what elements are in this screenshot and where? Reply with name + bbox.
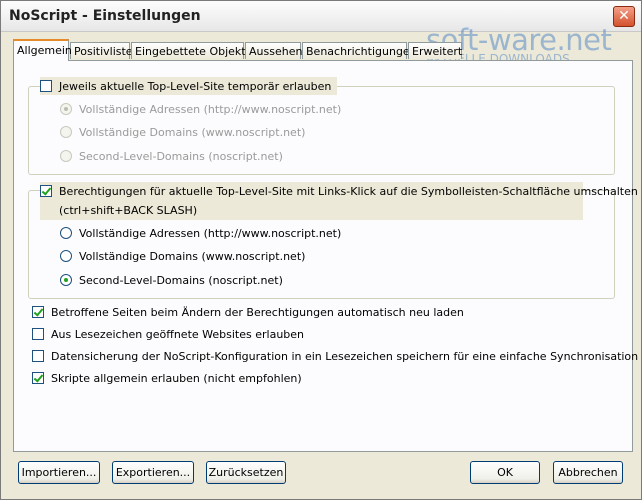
allow-scripts-globally-checkbox[interactable] — [32, 372, 44, 384]
sync-backup-checkbox[interactable] — [32, 350, 44, 362]
ok-button[interactable]: OK — [470, 461, 540, 484]
tab-panel-allgemein: Jeweils aktuelle Top-Level-Site temporär… — [13, 60, 638, 452]
bookmarks-allow-label: Aus Lesezeichen geöffnete Websites erlau… — [51, 327, 305, 341]
title-bar: NoScript - Einstellungen ✕ — [1, 1, 641, 32]
g2-radio-full-address-button[interactable] — [60, 227, 72, 239]
temp-allow-label: Jeweils aktuelle Top-Level-Site temporär… — [59, 79, 332, 93]
g1-radio-second-level-button[interactable] — [60, 150, 72, 162]
import-button[interactable]: Importieren... — [18, 461, 100, 484]
g2-radio-second-level-label: Second-Level-Domains (noscript.net) — [79, 273, 283, 287]
close-icon: ✕ — [618, 8, 630, 24]
auto-reload-checkbox[interactable] — [32, 306, 44, 318]
close-button[interactable]: ✕ — [613, 6, 635, 27]
g1-radio-full-domain-button[interactable] — [60, 126, 72, 138]
g1-radio-second-level-label: Second-Level-Domains (noscript.net) — [79, 149, 283, 163]
bookmarks-allow-checkbox[interactable] — [32, 328, 44, 340]
g1-radio-second-level[interactable]: Second-Level-Domains (noscript.net) — [60, 147, 283, 165]
g2-radio-full-domain-label: Vollständige Domains (www.noscript.net) — [79, 249, 306, 263]
option-sync-backup[interactable]: Datensicherung der NoScript-Konfiguratio… — [32, 347, 638, 365]
g2-radio-full-address-label: Vollständige Adressen (http://www.noscri… — [79, 226, 342, 240]
g2-radio-second-level[interactable]: Second-Level-Domains (noscript.net) — [60, 271, 283, 289]
settings-window: NoScript - Einstellungen ✕ soft-ware.net… — [0, 0, 642, 500]
export-button[interactable]: Exportieren... — [112, 461, 194, 484]
option-bookmarks-allow[interactable]: Aus Lesezeichen geöffnete Websites erlau… — [32, 325, 304, 343]
temp-allow-checkbox-row[interactable]: Jeweils aktuelle Top-Level-Site temporär… — [40, 77, 338, 95]
reset-button[interactable]: Zurücksetzen — [206, 461, 286, 484]
allow-scripts-globally-label: Skripte allgemein erlauben (nicht empfoh… — [51, 371, 302, 385]
toggle-permission-checkbox-row[interactable]: Berechtigungen für aktuelle Top-Level-Si… — [40, 182, 638, 200]
g2-radio-full-domain[interactable]: Vollständige Domains (www.noscript.net) — [60, 247, 305, 265]
g1-radio-full-domain-label: Vollständige Domains (www.noscript.net) — [79, 125, 306, 139]
cancel-button[interactable]: Abbrechen — [553, 461, 623, 484]
g2-radio-full-address[interactable]: Vollständige Adressen (http://www.noscri… — [60, 224, 341, 242]
option-auto-reload[interactable]: Betroffene Seiten beim Ändern der Berech… — [32, 303, 464, 321]
temp-allow-checkbox[interactable] — [40, 80, 52, 92]
option-allow-scripts-globally[interactable]: Skripte allgemein erlauben (nicht empfoh… — [32, 369, 302, 387]
sync-backup-label: Datensicherung der NoScript-Konfiguratio… — [51, 349, 639, 363]
g1-radio-full-domain[interactable]: Vollständige Domains (www.noscript.net) — [60, 123, 305, 141]
tab-positivliste[interactable]: Positivliste — [70, 42, 133, 59]
g2-radio-full-domain-button[interactable] — [60, 250, 72, 262]
tab-benachrichtigungen[interactable]: Benachrichtigungen — [302, 42, 417, 59]
window-title: NoScript - Einstellungen — [9, 8, 201, 24]
auto-reload-label: Betroffene Seiten beim Ändern der Berech… — [51, 305, 464, 319]
tab-allgemein[interactable]: Allgemein — [13, 39, 72, 61]
tab-aussehen[interactable]: Aussehen — [245, 42, 302, 59]
g1-radio-full-address-label: Vollständige Adressen (http://www.noscri… — [79, 102, 342, 116]
g1-radio-full-address[interactable]: Vollständige Adressen (http://www.noscri… — [60, 100, 341, 118]
toggle-permission-checkbox[interactable] — [40, 185, 52, 197]
tab-erweitert[interactable]: Erweitert — [408, 42, 462, 59]
toggle-permission-shortcut-label: (ctrl+shift+BACK SLASH) — [59, 203, 198, 217]
tab-eingebettete-objekte[interactable]: Eingebettete Objekte — [131, 42, 252, 59]
toggle-permission-label: Berechtigungen für aktuelle Top-Level-Si… — [59, 184, 638, 198]
toggle-permission-shortcut: (ctrl+shift+BACK SLASH) — [59, 201, 197, 219]
g2-radio-second-level-button[interactable] — [60, 274, 72, 286]
g1-radio-full-address-button[interactable] — [60, 103, 72, 115]
